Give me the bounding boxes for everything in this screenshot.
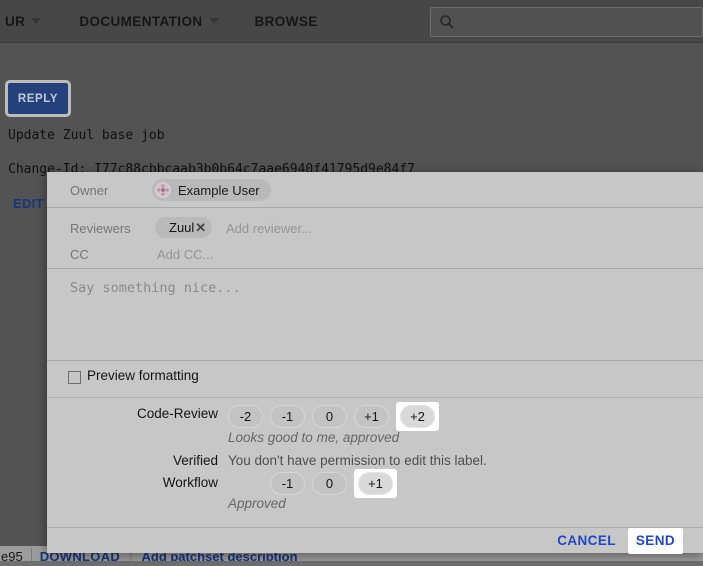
cc-label: CC <box>70 247 89 262</box>
code-review-zero-button[interactable]: 0 <box>312 405 347 428</box>
workflow-plus1-button[interactable]: +1 <box>358 472 393 495</box>
workflow-hint: Approved <box>228 496 286 511</box>
reviewers-label: Reviewers <box>70 221 131 236</box>
reply-button[interactable]: REPLY <box>8 83 68 114</box>
owner-label: Owner <box>70 183 108 198</box>
send-button[interactable]: SEND <box>636 533 675 548</box>
preview-formatting-label: Preview formatting <box>87 368 199 383</box>
code-review-plus2-highlight: +2 <box>396 402 439 431</box>
code-review-plus2-button[interactable]: +2 <box>400 405 435 428</box>
workflow-minus1-button[interactable]: -1 <box>270 472 305 495</box>
verified-label: Verified <box>47 453 218 468</box>
code-review-minus2-button[interactable]: -2 <box>228 405 263 428</box>
menu-item-your[interactable]: UR <box>5 14 41 29</box>
search-icon <box>439 14 455 30</box>
remove-reviewer-icon[interactable]: ✕ <box>195 221 206 234</box>
code-review-buttons: -2 -1 0 +1 +2 <box>228 402 439 431</box>
comment-textarea[interactable]: Say something nice... <box>47 269 703 360</box>
add-cc-input[interactable]: Add CC... <box>157 247 213 262</box>
menu-item-label: BROWSE <box>255 14 318 29</box>
comment-placeholder: Say something nice... <box>70 280 241 296</box>
workflow-plus1-highlight: +1 <box>354 469 397 498</box>
edit-link[interactable]: EDIT <box>13 196 44 211</box>
top-navigation-bar: UR DOCUMENTATION BROWSE <box>0 0 703 43</box>
chevron-down-icon <box>209 18 219 24</box>
menu-item-browse[interactable]: BROWSE <box>255 14 318 29</box>
send-button-highlight: SEND <box>628 528 683 554</box>
bottom-row-edge <box>0 561 703 566</box>
code-review-minus1-button[interactable]: -1 <box>270 405 305 428</box>
reviewer-name: Zuul <box>169 220 194 235</box>
code-review-plus1-button[interactable]: +1 <box>354 405 389 428</box>
cancel-button[interactable]: CANCEL <box>557 533 616 548</box>
workflow-zero-button[interactable]: 0 <box>312 472 347 495</box>
add-reviewer-input[interactable]: Add reviewer... <box>226 221 312 236</box>
menu-item-label: DOCUMENTATION <box>79 14 202 29</box>
owner-chip: Example User <box>152 179 271 201</box>
menu-item-documentation[interactable]: DOCUMENTATION <box>79 14 218 29</box>
search-input[interactable] <box>463 15 683 30</box>
chevron-down-icon <box>31 18 41 24</box>
reply-dialog: Owner Example User Reviewers Zuul ✕ Add … <box>47 172 703 553</box>
code-review-label: Code-Review <box>47 406 218 421</box>
commit-message-title: Update Zuul base job <box>8 128 165 143</box>
dialog-actions: CANCEL SEND <box>47 528 703 553</box>
search-box[interactable] <box>430 7 703 37</box>
workflow-buttons: -1 0 +1 <box>270 469 397 498</box>
divider <box>47 207 703 208</box>
avatar <box>155 182 171 198</box>
reviewer-chip: Zuul ✕ <box>155 217 212 238</box>
code-review-hint: Looks good to me, approved <box>228 430 399 445</box>
menu-item-label: UR <box>5 14 25 29</box>
workflow-label: Workflow <box>47 475 218 490</box>
preview-formatting-checkbox[interactable] <box>68 371 81 384</box>
divider <box>47 397 703 398</box>
identicon-avatar-icon <box>156 183 170 197</box>
divider <box>47 360 703 361</box>
owner-name: Example User <box>178 183 260 198</box>
verified-no-permission-message: You don't have permission to edit this l… <box>228 453 487 468</box>
